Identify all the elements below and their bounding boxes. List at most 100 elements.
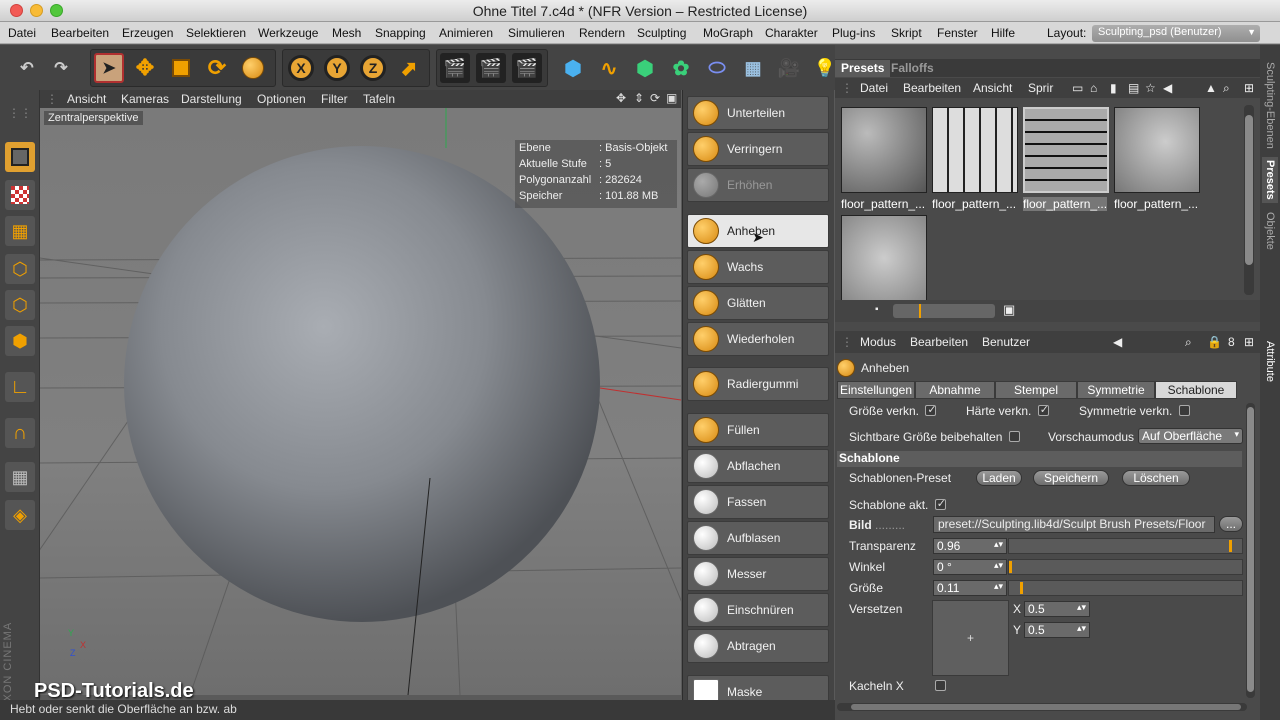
attr-menu-benutzer[interactable]: Benutzer	[982, 335, 1030, 349]
attributes-scrollbar[interactable]	[1246, 403, 1255, 698]
menu-selektieren[interactable]: Selektieren	[186, 26, 246, 40]
brush-wiederholen[interactable]: Wiederholen	[687, 322, 829, 356]
brush-messer[interactable]: Messer	[687, 557, 829, 591]
coordinate-system-icon[interactable]: ⬈	[394, 53, 424, 83]
menu-animieren[interactable]: Animieren	[439, 26, 493, 40]
tab-falloffs[interactable]: Falloffs	[885, 60, 940, 77]
preset-thumb[interactable]	[1114, 107, 1200, 193]
brush-verringern[interactable]: Verringern	[687, 132, 829, 166]
sidetab-attribute[interactable]: Attribute	[1262, 335, 1278, 387]
bild-browse-button[interactable]: ...	[1219, 516, 1243, 532]
render-settings-icon[interactable]: 🎬	[512, 53, 542, 83]
undo-icon[interactable]: ↶	[12, 53, 42, 83]
menu-hilfe[interactable]: Hilfe	[991, 26, 1015, 40]
floor-icon[interactable]: ▦	[738, 53, 768, 83]
scroll-thumb[interactable]	[1245, 115, 1253, 265]
menu-simulieren[interactable]: Simulieren	[508, 26, 565, 40]
brush-abtragen[interactable]: Abtragen	[687, 629, 829, 663]
brush-aufblasen[interactable]: Aufblasen	[687, 521, 829, 555]
viewport-menu-kameras[interactable]: Kameras	[121, 92, 169, 106]
star-icon[interactable]: ☆	[1145, 81, 1156, 95]
link-icon[interactable]: 8	[1228, 335, 1235, 349]
render-picture-viewer-icon[interactable]: 🎬	[476, 53, 506, 83]
maximize-view-icon[interactable]: ▣	[666, 91, 677, 105]
menu-fenster[interactable]: Fenster	[937, 26, 978, 40]
menu-erzeugen[interactable]: Erzeugen	[122, 26, 173, 40]
menu-plugins[interactable]: Plug-ins	[832, 26, 875, 40]
vorschaumodus-select[interactable]: Auf Oberfläche ▾	[1138, 428, 1243, 444]
slider-knob[interactable]	[1228, 540, 1232, 552]
sidetab-objekte[interactable]: Objekte	[1262, 207, 1278, 255]
brush-unterteilen[interactable]: Unterteilen	[687, 96, 829, 130]
brush-radiergummi[interactable]: Radiergummi	[687, 367, 829, 401]
tab-schablone[interactable]: Schablone	[1155, 381, 1237, 399]
large-thumb-icon[interactable]: ▣	[1003, 302, 1015, 318]
z-axis-lock-button[interactable]: Z	[358, 53, 388, 83]
workplane-lock-icon[interactable]: ◈	[5, 500, 35, 530]
viewport-menu-filter[interactable]: Filter	[321, 92, 348, 106]
attr-menu-bearbeiten[interactable]: Bearbeiten	[910, 335, 968, 349]
brush-wachs[interactable]: Wachs	[687, 250, 829, 284]
scroll-thumb[interactable]	[851, 704, 1241, 710]
3d-viewport[interactable]: Zentralperspektive Ebene: Basis-Objekt A…	[40, 108, 681, 695]
winkel-field[interactable]: 0 ° ▴▾	[933, 559, 1007, 575]
lock-icon[interactable]: 🔒	[1207, 335, 1222, 349]
home-icon[interactable]: ⌂	[1090, 81, 1097, 95]
tab-stempel[interactable]: Stempel	[995, 381, 1077, 399]
scroll-thumb[interactable]	[1247, 407, 1254, 692]
brush-abflachen[interactable]: Abflachen	[687, 449, 829, 483]
symmetrie-verkn-checkbox[interactable]	[1178, 405, 1190, 416]
move-icon[interactable]: ✥	[130, 53, 160, 83]
orbit-icon[interactable]: ⟳	[650, 91, 660, 105]
add-panel-icon[interactable]: ⊞	[1244, 335, 1254, 349]
sculpt-sphere[interactable]	[124, 146, 600, 622]
magnet-icon[interactable]: ∩	[5, 418, 35, 448]
slider-knob[interactable]	[919, 304, 921, 318]
sidetab-sculpting-ebenen[interactable]: Sculpting-Ebenen	[1262, 55, 1278, 155]
tab-symmetrie[interactable]: Symmetrie	[1077, 381, 1155, 399]
nurbs-icon[interactable]: ⬢	[630, 53, 660, 83]
winkel-slider[interactable]	[1008, 559, 1243, 575]
tab-presets[interactable]: Presets	[835, 60, 891, 77]
book-icon[interactable]: ▤	[1128, 81, 1139, 95]
menu-charakter[interactable]: Charakter	[765, 26, 818, 40]
stepper-icon[interactable]: ▴▾	[994, 560, 1003, 571]
viewport-menu-darstellung[interactable]: Darstellung	[181, 92, 242, 106]
haerte-verkn-checkbox[interactable]	[1037, 403, 1049, 416]
viewport-menu-tafeln[interactable]: Tafeln	[363, 92, 395, 106]
cube-object-icon[interactable]: ⬢	[558, 53, 588, 83]
folder-icon[interactable]: ▭	[1072, 81, 1083, 95]
bild-path-field[interactable]: preset://Sculpting.lib4d/Sculpt Brush Pr…	[933, 516, 1215, 533]
rotate-icon[interactable]: ⟳	[202, 53, 232, 83]
presets-menu-ansicht[interactable]: Ansicht	[973, 81, 1012, 95]
back-arrow-icon[interactable]: ◀	[1113, 335, 1122, 349]
dolly-icon[interactable]: ⇕	[634, 91, 644, 105]
transparenz-slider[interactable]	[1008, 538, 1243, 554]
layout-select[interactable]: Sculpting_psd (Benutzer) ▼	[1092, 25, 1260, 42]
attributes-hscrollbar[interactable]	[837, 703, 1247, 711]
thumb-size-slider[interactable]	[893, 304, 995, 318]
menu-bearbeiten[interactable]: Bearbeiten	[51, 26, 109, 40]
preset-thumb[interactable]	[932, 107, 1018, 193]
brush-erhoehen[interactable]: Erhöhen	[687, 168, 829, 202]
versetzen-x-field[interactable]: 0.5 ▴▾	[1024, 601, 1090, 617]
small-thumb-icon[interactable]: ▪	[875, 304, 879, 315]
groesse-slider[interactable]	[1008, 580, 1243, 596]
slider-knob[interactable]	[1020, 582, 1024, 594]
render-view-icon[interactable]: 🎬	[440, 53, 470, 83]
section-schablone[interactable]: Schablone	[837, 451, 1242, 467]
loeschen-button[interactable]: Löschen	[1122, 470, 1190, 486]
camera-icon[interactable]: 🎥	[774, 53, 804, 83]
pan-icon[interactable]: ✥	[616, 91, 626, 105]
attr-menu-modus[interactable]: Modus	[860, 335, 896, 349]
menu-skript[interactable]: Skript	[891, 26, 922, 40]
menu-sculpting[interactable]: Sculpting	[637, 26, 686, 40]
workplane-icon[interactable]: ▦	[5, 216, 35, 246]
spline-icon[interactable]: ∿	[594, 53, 624, 83]
slider-knob[interactable]	[1009, 561, 1012, 573]
tab-abnahme[interactable]: Abnahme	[915, 381, 995, 399]
search-icon[interactable]: ⌕	[1223, 81, 1230, 96]
stepper-icon[interactable]: ▴▾	[994, 539, 1003, 550]
versetzen-y-field[interactable]: 0.5 ▴▾	[1024, 622, 1090, 638]
menu-datei[interactable]: Datei	[8, 26, 36, 40]
